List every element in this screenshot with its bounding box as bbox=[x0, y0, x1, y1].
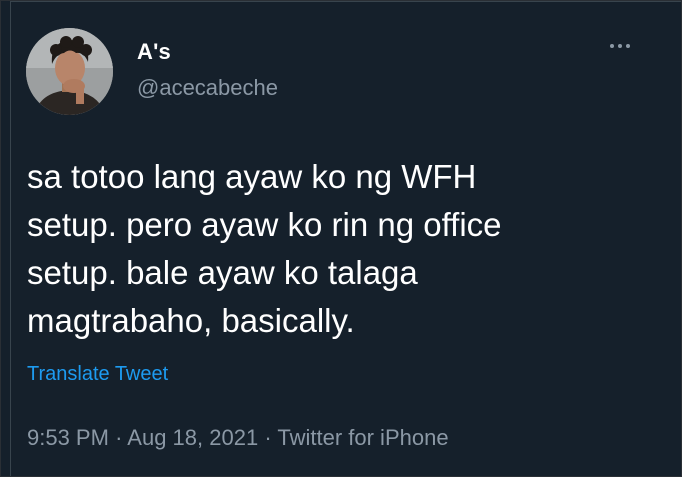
tweet-date[interactable]: Aug 18, 2021 bbox=[127, 425, 258, 450]
translate-tweet-link[interactable]: Translate Tweet bbox=[27, 363, 168, 386]
tweet-source[interactable]: Twitter for iPhone bbox=[277, 425, 448, 450]
user-handle[interactable]: @acecabeche bbox=[137, 75, 278, 101]
more-horizontal-icon bbox=[610, 44, 630, 48]
tweet-text: sa totoo lang ayaw ko ng WFH setup. pero… bbox=[27, 153, 667, 345]
card-top-divider bbox=[10, 1, 681, 2]
tweet-text-line: setup. bale ayaw ko talaga bbox=[27, 254, 418, 291]
card-left-divider bbox=[10, 1, 11, 476]
tweet-time[interactable]: 9:53 PM bbox=[27, 425, 109, 450]
separator: · bbox=[115, 425, 123, 450]
avatar-photo bbox=[26, 28, 113, 115]
tweet-metadata: 9:53 PM · Aug 18, 2021 · Twitter for iPh… bbox=[27, 425, 449, 451]
display-name[interactable]: A's bbox=[137, 39, 171, 65]
avatar[interactable] bbox=[26, 28, 113, 115]
more-options-button[interactable] bbox=[605, 31, 635, 61]
separator: · bbox=[264, 425, 272, 450]
tweet-text-line: magtrabaho, basically. bbox=[27, 302, 355, 339]
tweet-text-line: setup. pero ayaw ko rin ng office bbox=[27, 206, 502, 243]
tweet-card: A's @acecabeche sa totoo lang ayaw ko ng… bbox=[0, 0, 682, 477]
tweet-text-line: sa totoo lang ayaw ko ng WFH bbox=[27, 158, 477, 195]
